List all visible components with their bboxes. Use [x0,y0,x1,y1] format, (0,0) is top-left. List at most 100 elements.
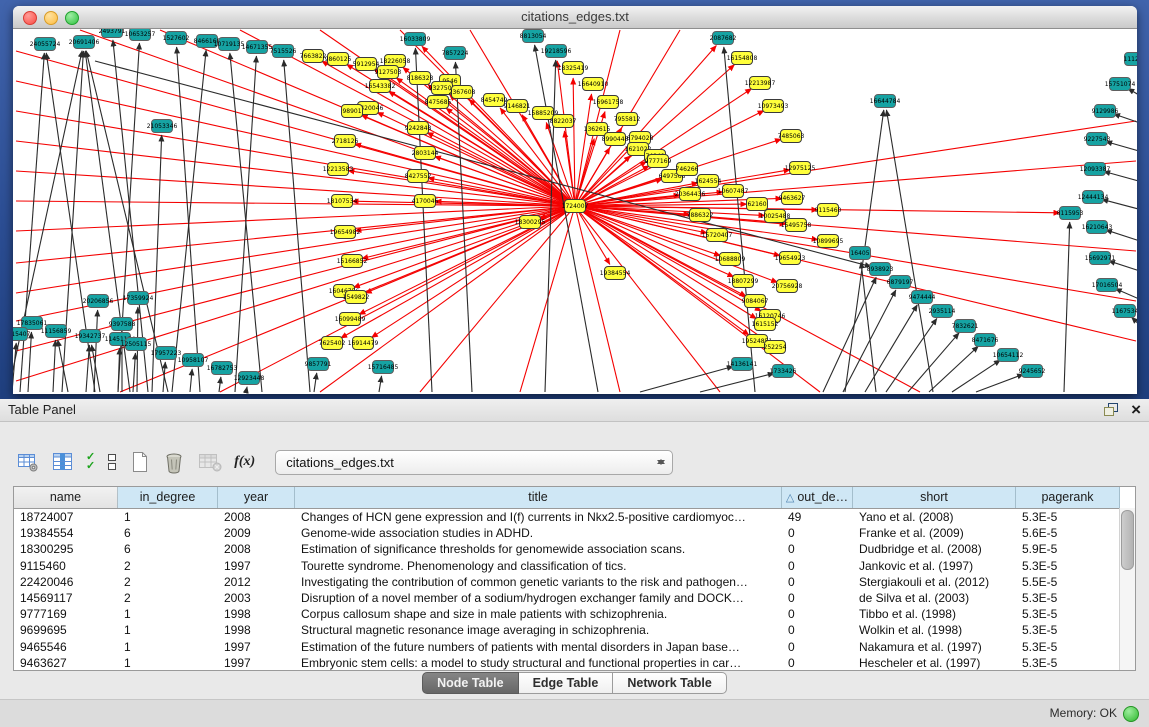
tab-node-table[interactable]: Node Table [422,672,518,694]
table-cell[interactable]: Tourette syndrome. Phenomenology and cla… [295,558,782,574]
graph-node[interactable]: 1549822 [343,291,370,304]
memory-status-icon[interactable] [1123,706,1139,722]
graph-node[interactable]: 16644784 [870,95,901,108]
graph-node[interactable]: 9463627 [779,192,806,205]
graph-node[interactable]: 19342737 [75,330,106,343]
graph-node[interactable]: 10688809 [715,253,746,266]
graph-node[interactable]: 2367608 [449,86,476,99]
graph-node[interactable]: 7485063 [778,130,805,143]
column-header-pagerank[interactable]: pagerank [1016,487,1120,508]
graph-node[interactable]: 9857791 [305,358,332,371]
graph-node[interactable]: 8813054 [520,30,547,43]
graph-edge[interactable] [1064,222,1070,392]
table-cell[interactable]: 6 [118,525,218,541]
table-cell[interactable]: 0 [782,606,853,622]
table-cell[interactable]: 2008 [218,541,295,557]
table-cell[interactable]: 1997 [218,639,295,655]
table-cell[interactable]: Wolkin et al. (1998) [853,622,1016,638]
table-cell[interactable]: 49 [782,509,853,525]
table-row[interactable]: 946362711997Embryonic stem cells: a mode… [14,655,1135,671]
column-header-title[interactable]: title [295,487,782,508]
graph-node[interactable]: 11156859 [41,325,72,338]
graph-node[interactable]: 7625402 [319,337,346,350]
graph-node[interactable]: 9242848 [405,122,432,135]
graph-node[interactable]: 8822037 [550,115,577,128]
graph-node[interactable]: 98901 [342,105,363,118]
graph-node[interactable]: 2493791 [99,29,126,38]
table-cell[interactable]: 2008 [218,509,295,525]
graph-node[interactable]: 15495758 [781,219,812,232]
table-row[interactable]: 1456911722003Disruption of a novel membe… [14,590,1135,606]
graph-node[interactable]: 9860125 [325,53,352,66]
graph-edge[interactable] [886,318,937,392]
graph-node[interactable]: 10607487 [718,185,749,198]
graph-node[interactable]: 19218596 [541,45,572,58]
graph-node[interactable]: 16961758 [593,96,624,109]
graph-node[interactable]: 18807299 [728,275,759,288]
graph-node[interactable]: 9127503 [375,66,402,79]
graph-node[interactable]: 252254 [764,341,787,354]
table-cell[interactable]: 2 [118,574,218,590]
close-panel-icon[interactable]: × [1131,401,1141,419]
graph-node[interactable]: 8471676 [972,334,999,347]
table-cell[interactable]: 5.3E-5 [1016,509,1120,525]
graph-node[interactable]: 1527602 [163,32,190,45]
table-cell[interactable]: 0 [782,590,853,606]
table-cell[interactable]: 22420046 [14,574,118,590]
table-cell[interactable]: Estimation of significance thresholds fo… [295,541,782,557]
graph-node[interactable]: 16210643 [1082,221,1113,234]
graph-node[interactable]: 16033809 [400,33,431,46]
table-cell[interactable]: 5.3E-5 [1016,558,1120,574]
table-cell[interactable]: Stergiakouli et al. (2012) [853,574,1016,590]
graph-edge[interactable] [640,366,733,392]
table-cell[interactable]: 5.3E-5 [1016,606,1120,622]
graph-node[interactable]: 8186328 [407,72,434,85]
graph-node[interactable]: 12093387 [1080,163,1111,176]
graph-node[interactable]: 10958107 [178,354,209,367]
graph-node[interactable]: 2935114 [929,305,956,318]
table-cell[interactable]: 5.3E-5 [1016,622,1120,638]
vertical-scrollbar[interactable] [1119,508,1135,670]
table-row[interactable]: 2242004622012Investigating the contribut… [14,574,1135,590]
graph-node[interactable]: 18300295 [515,216,546,229]
graph-edge[interactable] [1132,317,1137,331]
table-cell[interactable]: 9699695 [14,622,118,638]
graph-node[interactable]: 16154808 [727,52,758,65]
table-cell[interactable]: 5.3E-5 [1016,655,1120,671]
graph-node[interactable]: 15751074 [1105,78,1136,91]
table-cell[interactable]: de Silva et al. (2003) [853,590,1016,606]
graph-node[interactable]: 20364436 [675,188,706,201]
graph-edge[interactable] [865,305,917,392]
table-row[interactable]: 977716911998Corpus callosum shape and si… [14,606,1135,622]
graph-edge[interactable] [284,60,310,392]
graph-edge[interactable] [246,387,247,392]
show-columns-icon[interactable] [51,451,75,473]
table-cell[interactable]: 2012 [218,574,295,590]
graph-node[interactable]: 7955812 [614,113,641,126]
graph-edge[interactable] [163,362,165,392]
graph-node[interactable]: 20691406 [69,36,100,49]
graph-node[interactable]: 9474444 [909,291,936,304]
network-canvas[interactable]: 2405572420691406249379110653257152760284… [13,29,1137,394]
table-cell[interactable]: 1998 [218,606,295,622]
table-row[interactable]: 911546021997Tourette syndrome. Phenomeno… [14,558,1135,574]
graph-edge[interactable] [420,206,575,392]
table-cell[interactable]: Hescheler et al. (1997) [853,655,1016,671]
network-window-titlebar[interactable]: citations_edges.txt [13,6,1137,29]
table-cell[interactable]: 5.3E-5 [1016,639,1120,655]
graph-node[interactable]: 8990448 [602,133,629,146]
graph-node[interactable]: 12444134 [1078,191,1109,204]
graph-node[interactable]: 16405 [850,247,871,260]
network-graph[interactable]: 2405572420691406249379110653257152760284… [13,29,1137,394]
graph-edge[interactable] [235,56,256,392]
graph-node[interactable]: 12213583 [323,163,354,176]
table-cell[interactable]: 0 [782,541,853,557]
table-row[interactable]: 1830029562008Estimation of significance … [14,541,1135,557]
graph-node[interactable]: 7663822 [300,50,327,63]
table-select-combo[interactable]: citations_edges.txt [275,450,673,475]
select-all-columns-icon[interactable]: ✓✓ [86,453,95,471]
graph-node[interactable]: 7886322 [687,209,714,222]
table-cell[interactable]: 2009 [218,525,295,541]
table-cell[interactable]: 5.3E-5 [1016,590,1120,606]
table-cell[interactable]: 0 [782,622,853,638]
